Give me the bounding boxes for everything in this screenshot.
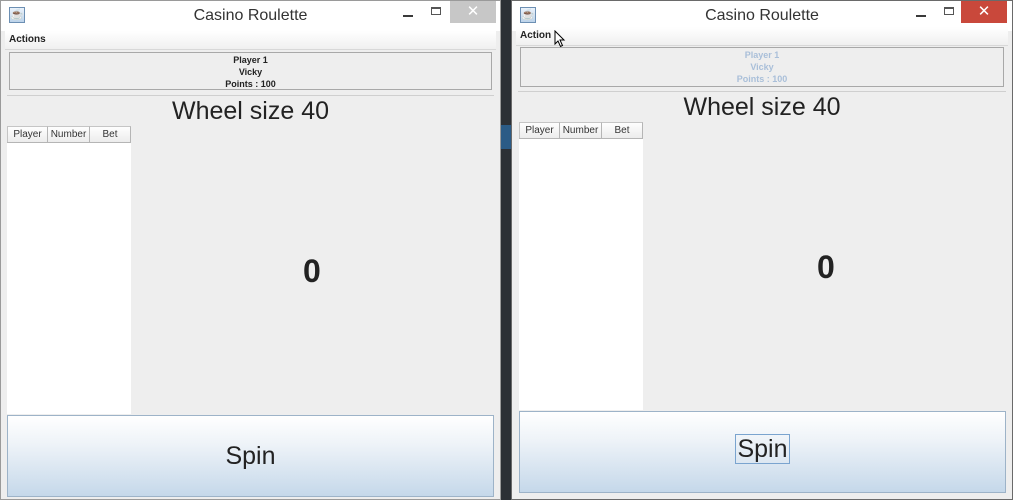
wheel-size-title: Wheel size 40: [683, 93, 841, 121]
wheel-size-title: Wheel size 40: [171, 97, 330, 125]
minimize-button[interactable]: [395, 1, 421, 23]
column-header-player[interactable]: Player: [7, 126, 48, 142]
player-label: Player 1: [744, 50, 780, 60]
minimize-button[interactable]: [908, 1, 934, 23]
player-info-panel-disabled: Player 1 Vicky Points : 100: [520, 47, 1004, 87]
table-header: Player Number Bet: [519, 122, 643, 139]
column-header-number[interactable]: Number: [48, 126, 90, 142]
player-points: Points : 100: [225, 79, 276, 89]
bets-table[interactable]: Player Number Bet: [7, 126, 131, 414]
spin-button-label: Spin: [225, 442, 276, 470]
player-name: Vicky: [750, 62, 774, 72]
casino-roulette-window-right: ☕ Casino Roulette ✕ Action Player 1 Vick…: [511, 0, 1013, 500]
table-header: Player Number Bet: [7, 126, 131, 143]
spin-button-label: Spin: [735, 434, 790, 464]
menu-actions[interactable]: Action: [520, 30, 551, 41]
column-header-player[interactable]: Player: [519, 122, 560, 138]
player-label: Player 1: [233, 55, 268, 65]
column-header-bet[interactable]: Bet: [90, 126, 131, 142]
menu-bar: Action: [516, 27, 1008, 46]
spin-button[interactable]: Spin: [519, 411, 1006, 493]
title-bar[interactable]: ☕ Casino Roulette ✕: [1, 1, 500, 31]
close-button[interactable]: ✕: [961, 1, 1007, 23]
player-info-panel: Player 1 Vicky Points : 100: [9, 52, 492, 90]
bets-table[interactable]: Player Number Bet: [519, 122, 643, 410]
desktop-gap: [501, 0, 511, 500]
player-name: Vicky: [238, 67, 263, 77]
column-header-number[interactable]: Number: [560, 122, 602, 138]
menu-actions[interactable]: Actions: [9, 34, 46, 45]
background-window-edge: [501, 125, 511, 149]
spin-button[interactable]: Spin: [7, 415, 494, 497]
wheel-result-number: 0: [303, 253, 321, 289]
casino-roulette-window-left: ☕ Casino Roulette ✕ Actions Player 1 Vic…: [0, 0, 501, 500]
column-header-bet[interactable]: Bet: [602, 122, 643, 138]
mouse-pointer-icon: [554, 30, 566, 48]
wheel-result-number: 0: [817, 249, 835, 285]
player-points: Points : 100: [736, 74, 788, 84]
divider: [518, 91, 1006, 92]
spin-label-wrap: Spin: [520, 434, 1005, 464]
menu-bar: Actions: [5, 31, 496, 50]
divider: [7, 95, 494, 96]
close-button[interactable]: ✕: [450, 1, 496, 23]
maximize-button[interactable]: [936, 1, 962, 23]
maximize-button[interactable]: [423, 1, 449, 23]
